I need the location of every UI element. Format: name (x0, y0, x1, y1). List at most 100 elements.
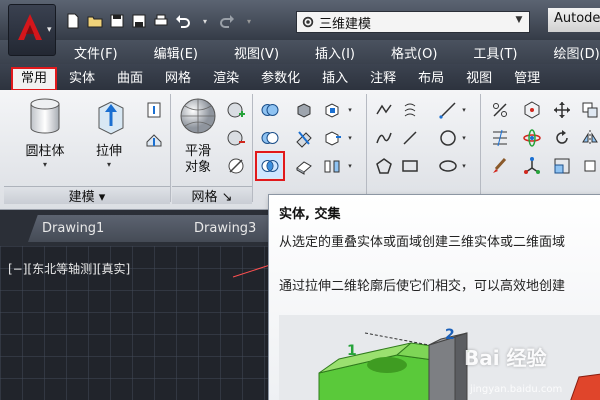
watermark-logo: Bai 经验 (464, 346, 547, 370)
tab-parametric[interactable]: 参数化 (252, 68, 309, 90)
line-button[interactable] (436, 98, 460, 122)
thicken-button[interactable] (292, 154, 316, 178)
tab-insert[interactable]: 插入 (313, 68, 357, 90)
circle-icon (440, 130, 456, 146)
extrude-faces-icon (325, 131, 341, 146)
cylinder-button[interactable]: 圆柱体 ▾ (18, 96, 72, 170)
menu-edit[interactable]: 编辑(E) (154, 43, 198, 62)
application-menu-button[interactable]: ▾ (8, 4, 56, 56)
mesh-smooth-less-button[interactable] (224, 126, 248, 150)
slice-button[interactable] (292, 126, 316, 150)
menu-file[interactable]: 文件(F) (74, 43, 118, 62)
press-pull-icon (147, 102, 161, 118)
chevron-down-icon: ▾ (246, 16, 251, 26)
3d-align-button[interactable] (520, 154, 544, 178)
match-properties-button[interactable] (488, 154, 512, 178)
chevron-down-icon[interactable]: ▾ (460, 154, 468, 178)
smooth-object-label-line1: 平滑 (184, 144, 211, 159)
group-separator (252, 94, 253, 202)
chevron-down-icon[interactable]: ▾ (460, 98, 468, 122)
mirror-icon (582, 130, 598, 146)
save-as-icon (132, 14, 146, 28)
chevron-down-icon[interactable]: ▾ (84, 160, 134, 170)
box-edges-icon (297, 103, 311, 118)
ray-button[interactable] (398, 126, 422, 150)
chevron-down-icon[interactable]: ▾ (460, 126, 468, 150)
ellipse-button[interactable] (436, 154, 460, 178)
tab-surface[interactable]: 曲面 (108, 68, 152, 90)
viewport-controls-label[interactable]: [−][东北等轴测][真实] (8, 260, 130, 277)
group-modeling-label[interactable]: 建模 ▾ (4, 186, 170, 205)
3d-move-button[interactable] (520, 98, 544, 122)
circle-button[interactable] (436, 126, 460, 150)
tab-mesh[interactable]: 网格 (156, 68, 200, 90)
group-mesh-label[interactable]: 网格 ↘ (172, 186, 252, 205)
redo-icon (220, 15, 234, 28)
redo-dropdown[interactable]: ▾ (238, 10, 260, 32)
rectangle-button[interactable] (398, 154, 422, 178)
move-button[interactable] (550, 98, 574, 122)
tab-view[interactable]: 视图 (457, 68, 501, 90)
extrude-button[interactable]: 拉伸 ▾ (84, 96, 134, 170)
save-as-button[interactable] (128, 10, 150, 32)
save-button[interactable] (106, 10, 128, 32)
scale-box-icon (554, 158, 570, 174)
folder-open-icon (87, 16, 103, 28)
scale-button[interactable] (488, 98, 512, 122)
chevron-down-icon[interactable]: ▾ (346, 126, 354, 150)
tab-manage[interactable]: 管理 (505, 68, 549, 90)
menu-format[interactable]: 格式(O) (391, 43, 437, 62)
subtract-button[interactable] (258, 126, 282, 150)
new-button[interactable] (62, 10, 84, 32)
tab-layout[interactable]: 布局 (409, 68, 453, 90)
doc-tab-drawing1[interactable]: Drawing1 (28, 215, 190, 242)
tab-solid[interactable]: 实体 (60, 68, 104, 90)
tab-render[interactable]: 渲染 (204, 68, 248, 90)
undo-dropdown[interactable]: ▾ (194, 10, 216, 32)
print-button[interactable] (150, 10, 172, 32)
polyline-button[interactable] (372, 98, 396, 122)
extrude-faces-button[interactable] (320, 126, 344, 150)
polyline-icon (376, 104, 392, 115)
mesh-refine-button[interactable] (224, 98, 248, 122)
3d-move-icon (524, 101, 540, 119)
3d-rotate-button[interactable] (520, 126, 544, 150)
chevron-down-icon[interactable]: ▼ (512, 15, 526, 29)
polysolid-button[interactable] (142, 128, 166, 152)
brush-icon (493, 157, 507, 173)
explode-button[interactable] (578, 154, 600, 178)
menu-view[interactable]: 视图(V) (234, 43, 279, 62)
undo-button[interactable] (172, 10, 194, 32)
union-button[interactable] (258, 98, 282, 122)
mirror-button[interactable] (578, 126, 600, 150)
open-button[interactable] (84, 10, 106, 32)
chevron-down-icon[interactable]: ▾ (346, 154, 354, 178)
tab-home[interactable]: 常用 (10, 67, 58, 91)
menu-tools[interactable]: 工具(T) (473, 43, 517, 62)
copy-button[interactable] (578, 98, 600, 122)
3d-array-button[interactable] (488, 126, 512, 150)
helix-button[interactable] (398, 98, 422, 122)
scale-3d-button[interactable] (550, 154, 574, 178)
subtract-icon (261, 132, 279, 144)
mesh-crease-button[interactable] (224, 154, 248, 178)
extract-edges-button[interactable] (292, 98, 316, 122)
menu-insert[interactable]: 插入(I) (315, 43, 355, 62)
press-pull-button[interactable] (142, 98, 166, 122)
redo-button[interactable] (216, 10, 238, 32)
rotate-button[interactable] (550, 126, 574, 150)
mesh-crease-icon (228, 158, 244, 174)
shell-button[interactable] (320, 98, 344, 122)
tab-annotate[interactable]: 注释 (361, 68, 405, 90)
spline-button[interactable] (372, 126, 396, 150)
chevron-down-icon[interactable]: ▾ (346, 98, 354, 122)
ray-icon (403, 131, 417, 145)
polygon-button[interactable] (372, 154, 396, 178)
smooth-object-button[interactable]: 平滑 对象 (176, 96, 220, 176)
workspace-selector[interactable]: 三维建模 ▼ (296, 11, 530, 33)
separate-button[interactable] (320, 154, 344, 178)
menu-draw[interactable]: 绘图(D) (554, 43, 600, 62)
3d-rotate-icon (523, 129, 541, 147)
intersect-button[interactable] (255, 151, 285, 181)
chevron-down-icon[interactable]: ▾ (18, 160, 72, 170)
